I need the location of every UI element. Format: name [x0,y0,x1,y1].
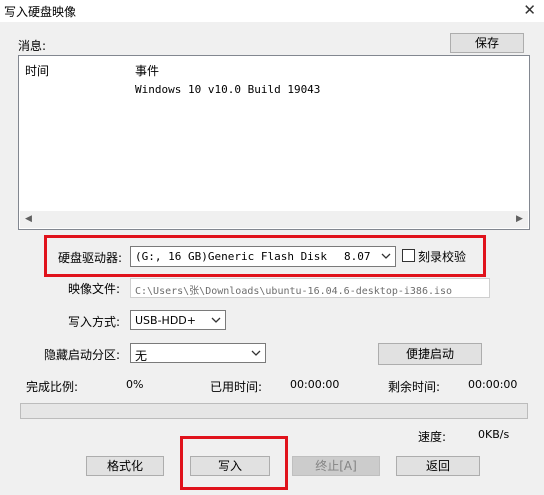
quick-boot-button[interactable]: 便捷启动 [378,343,482,365]
write-mode-value: USB-HDD+ [135,314,196,327]
elapsed-label: 已用时间: [210,380,263,394]
image-file-field[interactable]: C:\Users\张\Downloads\ubuntu-16.04.6-desk… [130,278,490,298]
window-title: 写入硬盘映像 [4,5,77,19]
drive-highlight-box [44,235,486,277]
save-button[interactable]: 保存 [450,33,524,53]
write-highlight-box [180,436,288,490]
elapsed-value: 00:00:00 [290,378,340,391]
scroll-left-icon[interactable]: ◀ [20,212,37,227]
hidden-partition-label: 隐藏启动分区: [44,348,121,362]
message-list[interactable]: 时间 事件 Windows 10 v10.0 Build 19043 ◀ ▶ [18,55,530,230]
list-item-event: Windows 10 v10.0 Build 19043 [135,83,321,96]
write-disk-image-dialog: 写入硬盘映像 ✕ 消息: 保存 时间 事件 Windows 10 v10.0 B… [0,0,544,495]
horizontal-scrollbar[interactable]: ◀ ▶ [20,211,528,228]
close-icon[interactable]: ✕ [523,1,536,19]
image-file-label: 映像文件: [68,282,121,296]
speed-value: 0KB/s [478,428,510,441]
scroll-right-icon[interactable]: ▶ [511,212,528,227]
chevron-down-icon [211,317,221,323]
remaining-label: 剩余时间: [388,380,441,394]
speed-label: 速度: [418,430,447,444]
chevron-down-icon [251,350,261,356]
title-bar: 写入硬盘映像 ✕ [0,0,544,22]
remaining-value: 00:00:00 [468,378,518,391]
column-header-event[interactable]: 事件 [135,62,159,79]
write-mode-label: 写入方式: [68,315,121,329]
column-header-time[interactable]: 时间 [25,62,49,79]
hidden-partition-value: 无 [135,349,148,363]
image-file-path: C:\Users\张\Downloads\ubuntu-16.04.6-desk… [135,286,453,297]
write-mode-select[interactable]: USB-HDD+ [130,310,226,330]
back-button[interactable]: 返回 [396,456,480,476]
progress-bar [20,403,528,419]
format-button[interactable]: 格式化 [86,456,164,476]
hidden-partition-select[interactable]: 无 [130,343,266,363]
messages-label: 消息: [18,39,47,53]
completed-value: 0% [126,378,144,391]
stop-button[interactable]: 终止[A] [292,456,380,476]
completed-label: 完成比例: [26,380,79,394]
